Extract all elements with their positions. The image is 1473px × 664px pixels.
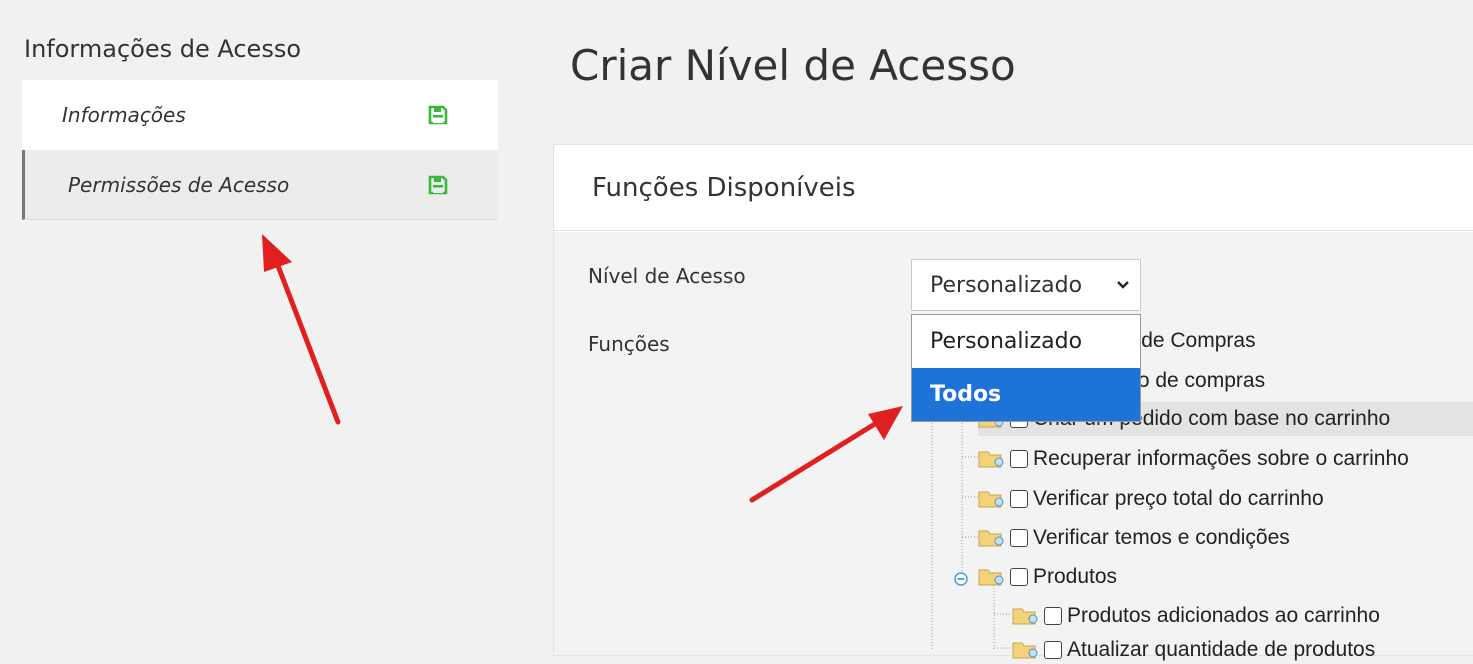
folder-icon <box>1012 642 1038 659</box>
tree-item-label: Verificar temos e condições <box>1033 526 1290 549</box>
tree-item-label: Produtos <box>1033 565 1118 588</box>
sidebar-title: Informações de Acesso <box>24 35 302 63</box>
tree-item[interactable]: Atualizar quantidade de produtos <box>1012 636 1375 664</box>
folder-icon <box>978 530 1004 547</box>
sidebar-item-permissoes[interactable]: Permissões de Acesso <box>22 150 498 220</box>
chevron-down-icon <box>1117 281 1129 289</box>
save-icon <box>428 105 448 125</box>
folder-icon <box>978 569 1004 586</box>
tree-item-label: Atualizar quantidade de produtos <box>1067 638 1376 661</box>
panel-title: Funções Disponíveis <box>554 145 1473 231</box>
tree-item-label: Produtos adicionados ao carrinho <box>1067 604 1380 627</box>
access-level-label: Nível de Acesso <box>588 264 746 288</box>
tree-item[interactable]: Produtos <box>978 560 1117 594</box>
save-icon <box>428 175 448 195</box>
access-level-dropdown: Personalizado Todos <box>911 314 1141 422</box>
tree-item[interactable]: Produtos adicionados ao carrinho <box>1012 599 1380 633</box>
checkbox[interactable] <box>1044 607 1062 625</box>
option-personalizado[interactable]: Personalizado <box>912 315 1140 368</box>
folder-icon <box>978 451 1004 468</box>
tree-item[interactable]: Recuperar informações sobre o carrinho <box>978 442 1409 476</box>
tree-item-label: Verificar preço total do carrinho <box>1033 487 1324 510</box>
functions-label: Funções <box>588 332 670 356</box>
sidebar-item-label: Informações <box>62 103 186 127</box>
page-title: Criar Nível de Acesso <box>570 41 1016 90</box>
tree-item[interactable]: Lista de Compras <box>1091 324 1256 358</box>
tree-item-label: Recuperar informações sobre o carrinho <box>1033 447 1409 470</box>
folder-icon <box>978 491 1004 508</box>
tree-item[interactable]: Verificar temos e condições <box>978 521 1290 555</box>
access-level-select[interactable]: Personalizado <box>911 259 1141 311</box>
checkbox[interactable] <box>1010 450 1028 468</box>
option-todos[interactable]: Todos <box>912 368 1140 421</box>
checkbox[interactable] <box>1010 529 1028 547</box>
select-value: Personalizado <box>930 272 1083 298</box>
collapse-icon[interactable] <box>954 572 968 586</box>
tree-item[interactable]: Verificar preço total do carrinho <box>978 482 1324 516</box>
tree-item[interactable]: Carrinho de compras <box>1069 364 1265 398</box>
sidebar-item-label: Permissões de Acesso <box>68 172 290 197</box>
folder-icon <box>1012 608 1038 625</box>
checkbox[interactable] <box>1044 641 1062 659</box>
sidebar: Informações de Acesso Informações Permis… <box>22 30 498 220</box>
checkbox[interactable] <box>1010 568 1028 586</box>
sidebar-item-informacoes[interactable]: Informações <box>22 80 498 150</box>
checkbox[interactable] <box>1010 490 1028 508</box>
